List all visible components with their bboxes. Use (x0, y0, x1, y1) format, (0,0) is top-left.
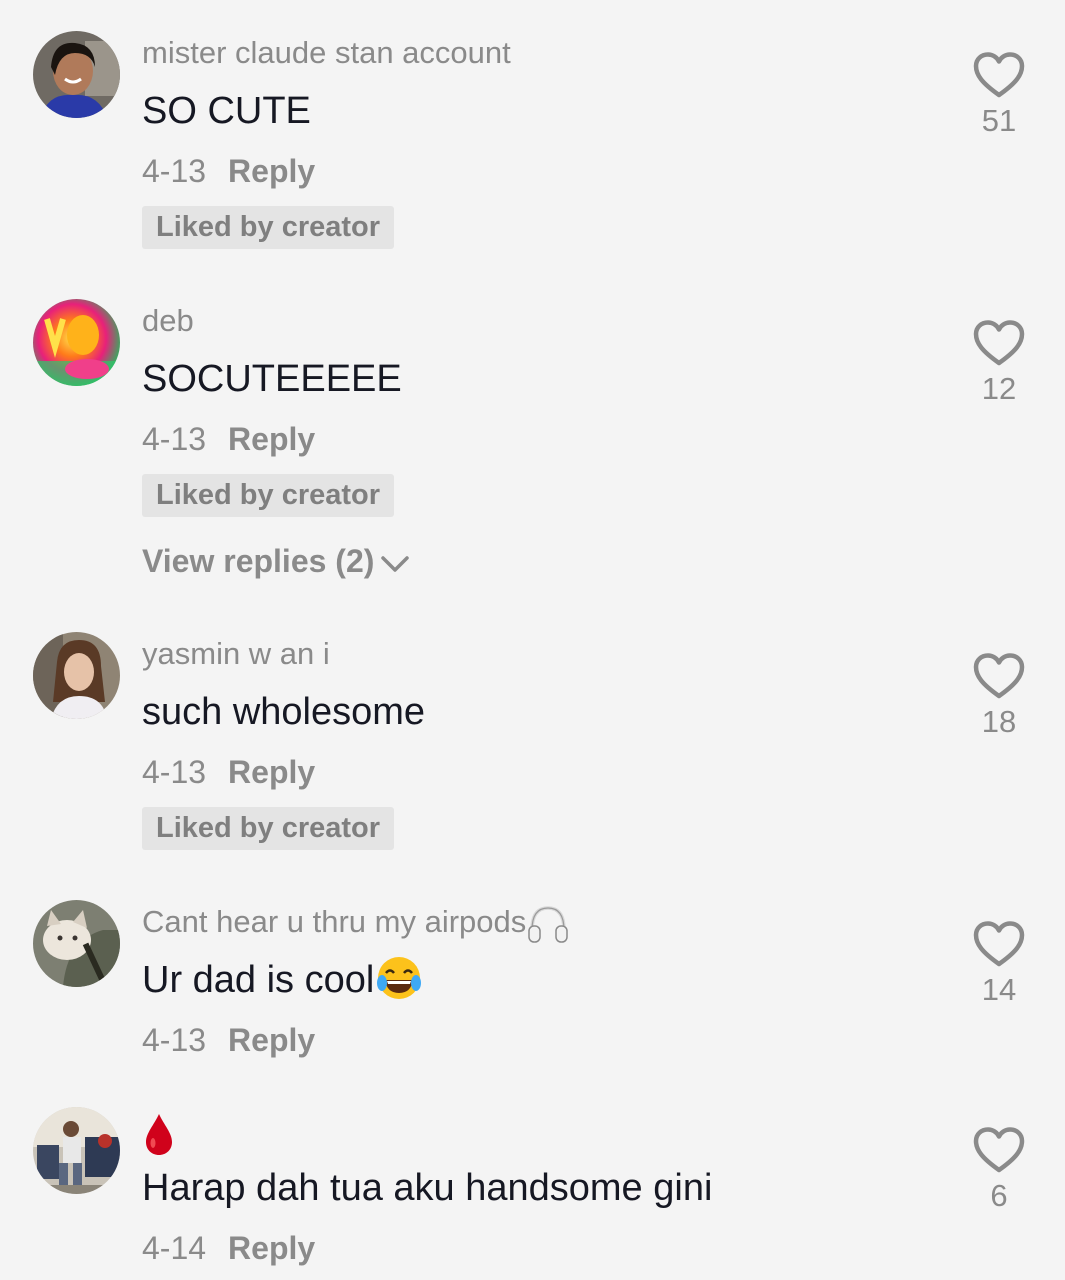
like-count: 14 (981, 972, 1017, 1007)
comment-date: 4-13 (142, 153, 207, 189)
comment-text: Harap dah tua aku handsome gini (142, 1167, 713, 1209)
heart-icon[interactable] (972, 920, 1026, 968)
like-count: 51 (981, 103, 1017, 138)
heart-icon[interactable] (972, 1126, 1026, 1174)
avatar[interactable] (33, 1107, 120, 1194)
blood-drop-icon (146, 1114, 172, 1155)
like-control: 51 (968, 51, 1030, 141)
like-control: 18 (968, 652, 1030, 742)
comments-panel: mister claude stan account SO CUTE 4-13 R… (0, 0, 1065, 1280)
comment-meta: 4-14 Reply (142, 1228, 315, 1268)
avatar[interactable] (33, 299, 120, 386)
comment-username[interactable]: mister claude stan account (142, 33, 511, 73)
comment-meta: 4-13 Reply (142, 151, 315, 191)
reply-button[interactable]: Reply (228, 1022, 315, 1058)
chevron-down-icon (381, 555, 410, 572)
headphones-icon (528, 906, 568, 943)
view-replies-label: View replies (2) (142, 543, 375, 579)
avatar[interactable] (33, 900, 120, 987)
like-count: 18 (981, 704, 1017, 739)
comment-date: 4-14 (142, 1230, 207, 1266)
comment-text-body: Ur dad is cool (142, 959, 375, 1001)
comment-username[interactable] (142, 1111, 176, 1167)
liked-by-creator-badge: Liked by creator (142, 206, 395, 249)
like-control: 12 (968, 319, 1030, 409)
comment-meta: 4-13 Reply (142, 419, 315, 459)
reply-button[interactable]: Reply (228, 754, 315, 790)
comment-meta: 4-13 Reply (142, 752, 315, 792)
avatar[interactable] (33, 632, 120, 719)
reply-button[interactable]: Reply (228, 421, 315, 457)
reply-button[interactable]: Reply (228, 153, 315, 189)
heart-icon[interactable] (972, 319, 1026, 367)
comment-text: SOCUTEEEEE (142, 358, 402, 400)
comment-username-text: Cant hear u thru my airpods (142, 904, 527, 940)
comment-username[interactable]: deb (142, 301, 194, 341)
reply-button[interactable]: Reply (228, 1230, 315, 1266)
heart-icon[interactable] (972, 51, 1026, 99)
comment-text: Ur dad is cool (142, 956, 424, 1004)
like-count: 6 (990, 1178, 1008, 1213)
laughing-tears-emoji (377, 956, 422, 999)
comment-username[interactable]: Cant hear u thru my airpods (142, 902, 570, 946)
comment-username[interactable]: yasmin w an i (142, 634, 330, 674)
like-control: 14 (968, 920, 1030, 1010)
comment-date: 4-13 (142, 421, 207, 457)
like-control: 6 (968, 1126, 1030, 1216)
comment-text: such wholesome (142, 691, 426, 733)
comment-text: SO CUTE (142, 90, 311, 132)
liked-by-creator-badge: Liked by creator (142, 807, 395, 850)
comment-date: 4-13 (142, 754, 207, 790)
like-count: 12 (981, 371, 1017, 406)
comment-meta: 4-13 Reply (142, 1020, 315, 1060)
comment-date: 4-13 (142, 1022, 207, 1058)
heart-icon[interactable] (972, 652, 1026, 700)
avatar[interactable] (33, 31, 120, 118)
liked-by-creator-badge: Liked by creator (142, 474, 395, 517)
view-replies-button[interactable]: View replies (2) (142, 541, 410, 581)
